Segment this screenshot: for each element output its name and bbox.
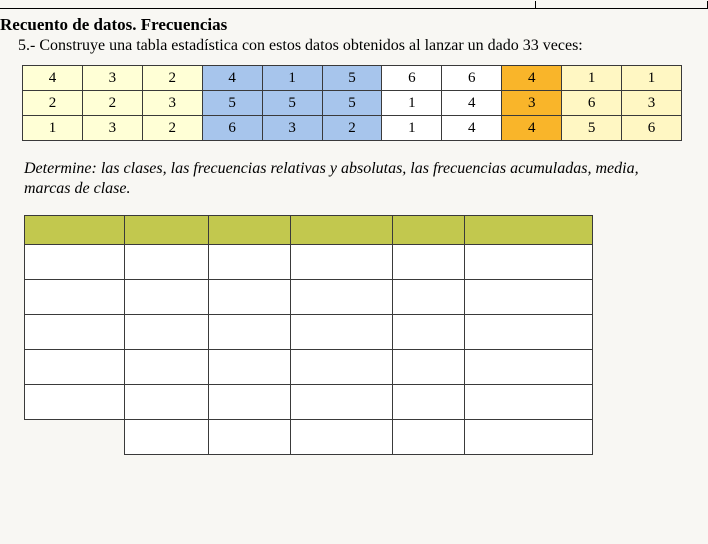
answer-cell [125,385,209,420]
data-cell: 1 [382,116,442,141]
data-cell: 2 [322,116,382,141]
problem-text: Construye una tabla estadística con esto… [39,37,582,54]
answer-row [25,385,593,420]
answer-cell [393,385,465,420]
section-title: Recuento de datos. Frecuencias [0,15,708,35]
answer-row [25,280,593,315]
data-cell: 5 [562,116,622,141]
answer-header-cell [393,216,465,245]
answer-row [25,315,593,350]
data-table: 432415664112235551436313263214456 [22,65,682,141]
answer-cell [25,245,125,280]
answer-cell [465,280,593,315]
answer-footer-cell [209,420,291,455]
instruction-text: Determine: las clases, las frecuencias r… [24,159,684,199]
data-cell: 4 [442,91,502,116]
problem-number: 5.- [18,37,35,54]
data-cell: 2 [82,91,142,116]
answer-cell [465,350,593,385]
answer-cell [393,350,465,385]
data-cell: 4 [23,66,83,91]
answer-header-cell [465,216,593,245]
data-cell: 6 [202,116,262,141]
data-cell: 1 [382,91,442,116]
data-row: 13263214456 [23,116,682,141]
data-row: 43241566411 [23,66,682,91]
answer-cell [393,315,465,350]
answer-cell [291,350,393,385]
data-cell: 3 [262,116,322,141]
answer-cell [25,350,125,385]
data-cell: 3 [82,66,142,91]
answer-cell [291,280,393,315]
data-cell: 2 [23,91,83,116]
answer-cell [125,280,209,315]
answer-row [25,245,593,280]
data-cell: 1 [622,66,682,91]
answer-cell [209,280,291,315]
answer-footer-cell [465,420,593,455]
data-cell: 3 [82,116,142,141]
problem-statement: 5.- Construye una tabla estadística con … [18,37,708,55]
data-cell: 1 [262,66,322,91]
answer-cell [209,385,291,420]
data-cell: 4 [502,66,562,91]
answer-cell [25,280,125,315]
data-row: 22355514363 [23,91,682,116]
data-cell: 5 [202,91,262,116]
data-cell: 4 [202,66,262,91]
answer-cell [209,315,291,350]
data-cell: 6 [382,66,442,91]
data-cell: 6 [442,66,502,91]
answer-header-cell [25,216,125,245]
answer-cell [291,385,393,420]
answer-header-cell [291,216,393,245]
answer-cell [209,350,291,385]
answer-footer-cell [125,420,209,455]
answer-header-cell [209,216,291,245]
data-cell: 3 [142,91,202,116]
data-cell: 3 [622,91,682,116]
answer-cell [125,245,209,280]
answer-cell [465,315,593,350]
answer-header-cell [125,216,209,245]
answer-cell [25,385,125,420]
answer-footer-cell [393,420,465,455]
answer-cell [393,280,465,315]
data-cell: 1 [23,116,83,141]
data-cell: 3 [502,91,562,116]
answer-row [25,350,593,385]
answer-cell [465,245,593,280]
answer-cell [291,245,393,280]
top-border-rule [0,8,708,9]
data-cell: 4 [502,116,562,141]
answer-header-row [25,216,593,245]
answer-cell [125,315,209,350]
answer-footer-cell [291,420,393,455]
answer-cell [465,385,593,420]
data-cell: 1 [562,66,622,91]
answer-cell [209,245,291,280]
data-cell: 6 [622,116,682,141]
data-cell: 6 [562,91,622,116]
data-cell: 2 [142,66,202,91]
answer-cell [291,315,393,350]
answer-cell [393,245,465,280]
answer-table [24,215,593,455]
answer-footer-row [25,420,593,455]
data-cell: 2 [142,116,202,141]
data-cell: 5 [262,91,322,116]
data-cell: 4 [442,116,502,141]
data-cell: 5 [322,91,382,116]
answer-cell [25,315,125,350]
data-cell: 5 [322,66,382,91]
answer-cell [125,350,209,385]
answer-footer-spacer [25,420,125,455]
